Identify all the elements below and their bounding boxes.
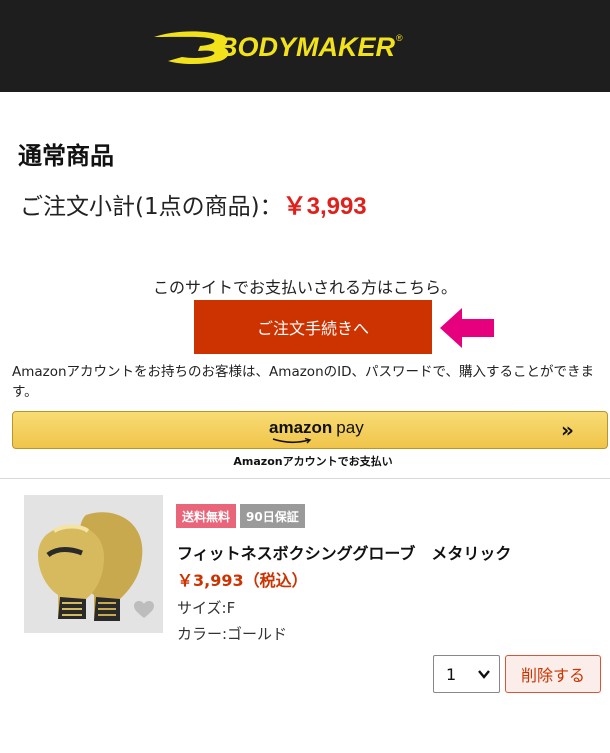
product-price: ￥3,993（税込）: [177, 571, 308, 590]
pointer-arrow-icon: [440, 308, 494, 348]
site-header: BODYMAKER ®: [0, 0, 610, 92]
checkout-note: このサイトでお支払いされる方はこちら。: [152, 278, 457, 297]
section-title: 通常商品: [18, 142, 114, 170]
delete-button[interactable]: 削除する: [505, 655, 601, 693]
amazon-smile-icon: [272, 437, 312, 444]
brand-name: BODYMAKER: [218, 31, 396, 62]
checkout-button[interactable]: ご注文手続きへ: [194, 300, 432, 354]
heart-icon[interactable]: [134, 601, 154, 619]
product-badges: 送料無料 90日保証: [176, 504, 305, 528]
warranty-badge: 90日保証: [240, 504, 305, 528]
quantity-value: 1: [446, 664, 457, 684]
free-shipping-badge: 送料無料: [176, 504, 237, 528]
order-subtotal: ご注文小計(1点の商品)：￥3,993: [20, 191, 367, 223]
product-size: サイズ:F: [177, 599, 236, 617]
amazon-pay-note: Amazonアカウントをお持ちのお客様は、AmazonのID、パスワードで、購入…: [12, 364, 594, 400]
chevron-down-icon: [478, 670, 490, 679]
quantity-select[interactable]: 1: [433, 655, 500, 693]
subtotal-label: ご注文小計(1点の商品)：: [20, 194, 283, 220]
amazon-pay-caption: Amazonアカウントでお支払い: [233, 455, 393, 468]
chevron-right-icon: »: [561, 418, 574, 442]
product-name[interactable]: フィットネスボクシンググローブ メタリック: [177, 542, 511, 566]
amazon-pay-logo: amazon pay: [269, 418, 364, 437]
divider: [0, 478, 610, 479]
registered-mark: ®: [396, 33, 403, 43]
amazon-pay-button[interactable]: amazon pay »: [12, 411, 608, 449]
subtotal-price: ￥3,993: [282, 193, 367, 220]
product-color: カラー:ゴールド: [177, 625, 288, 643]
brand-logo[interactable]: BODYMAKER ®: [152, 24, 452, 70]
